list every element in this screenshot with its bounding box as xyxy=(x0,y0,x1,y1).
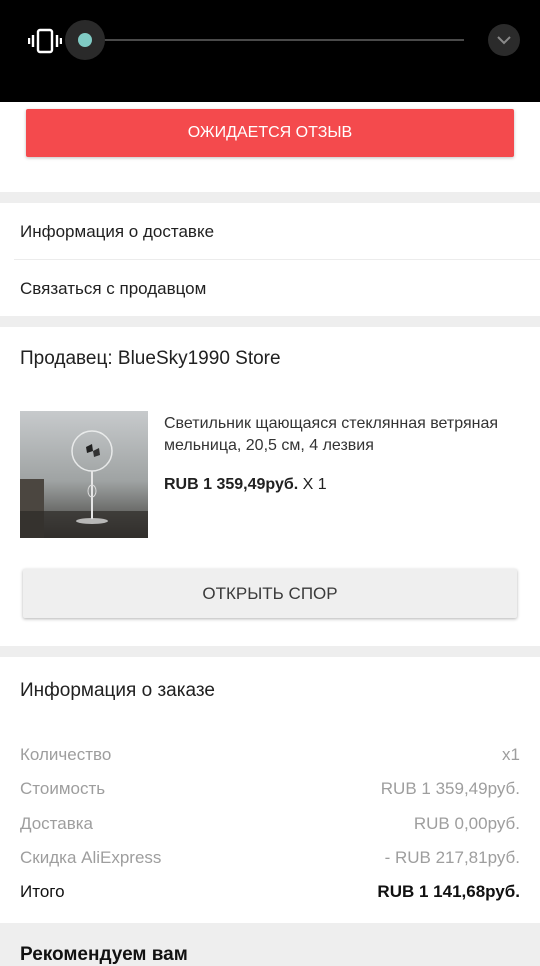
product-price-line: RUB 1 359,49руб. X 1 xyxy=(164,476,327,494)
contact-seller-link[interactable]: Связаться с продавцом xyxy=(20,279,206,299)
row-value: RUB 1 359,49руб. xyxy=(380,779,520,798)
open-dispute-label: ОТКРЫТЬ СПОР xyxy=(202,583,338,603)
order-details-page: ОЖИДАЕТСЯ ОТЗЫВ Информация о доставке Св… xyxy=(0,0,540,965)
order-row-cost: Стоимость RUB 1 359,49руб. xyxy=(20,779,520,799)
volume-panel xyxy=(0,0,540,102)
open-dispute-button[interactable]: ОТКРЫТЬ СПОР xyxy=(23,569,517,618)
product-title[interactable]: Светильник щающаяся стеклянная ветряная … xyxy=(164,413,524,457)
row-label: Количество xyxy=(20,745,112,764)
seller-name[interactable]: Продавец: BlueSky1990 Store xyxy=(20,348,281,370)
total-label: Итого xyxy=(20,882,65,901)
volume-slider-thumb[interactable] xyxy=(78,33,92,47)
order-row-quantity: Количество x1 xyxy=(20,745,520,765)
row-label: Стоимость xyxy=(20,779,106,798)
order-info-title: Информация о заказе xyxy=(20,680,215,701)
row-value: RUB 0,00руб. xyxy=(413,814,520,833)
volume-slider-track[interactable] xyxy=(85,39,464,41)
product-price: RUB 1 359,49руб. xyxy=(164,476,299,493)
row-label: Доставка xyxy=(20,814,94,833)
row-label: Скидка AliExpress xyxy=(20,848,162,867)
recommend-title: Рекомендуем вам xyxy=(20,944,188,965)
order-row-delivery: Доставка RUB 0,00руб. xyxy=(20,814,520,834)
product-thumbnail[interactable] xyxy=(20,411,148,538)
order-row-total: Итого RUB 1 141,68руб. xyxy=(20,882,520,902)
divider xyxy=(14,259,540,260)
awaiting-review-label: ОЖИДАЕТСЯ ОТЗЫВ xyxy=(187,124,353,141)
row-value: x1 xyxy=(502,745,520,764)
awaiting-review-button[interactable]: ОЖИДАЕТСЯ ОТЗЫВ xyxy=(26,109,514,157)
vibrate-icon[interactable] xyxy=(27,27,63,55)
row-value: - RUB 217,81руб. xyxy=(384,848,520,867)
product-quantity: X 1 xyxy=(298,476,327,493)
order-row-discount: Скидка AliExpress - RUB 217,81руб. xyxy=(20,848,520,868)
delivery-info-link[interactable]: Информация о доставке xyxy=(20,222,214,242)
total-value: RUB 1 141,68руб. xyxy=(377,882,520,901)
expand-volume-button[interactable] xyxy=(488,24,520,56)
